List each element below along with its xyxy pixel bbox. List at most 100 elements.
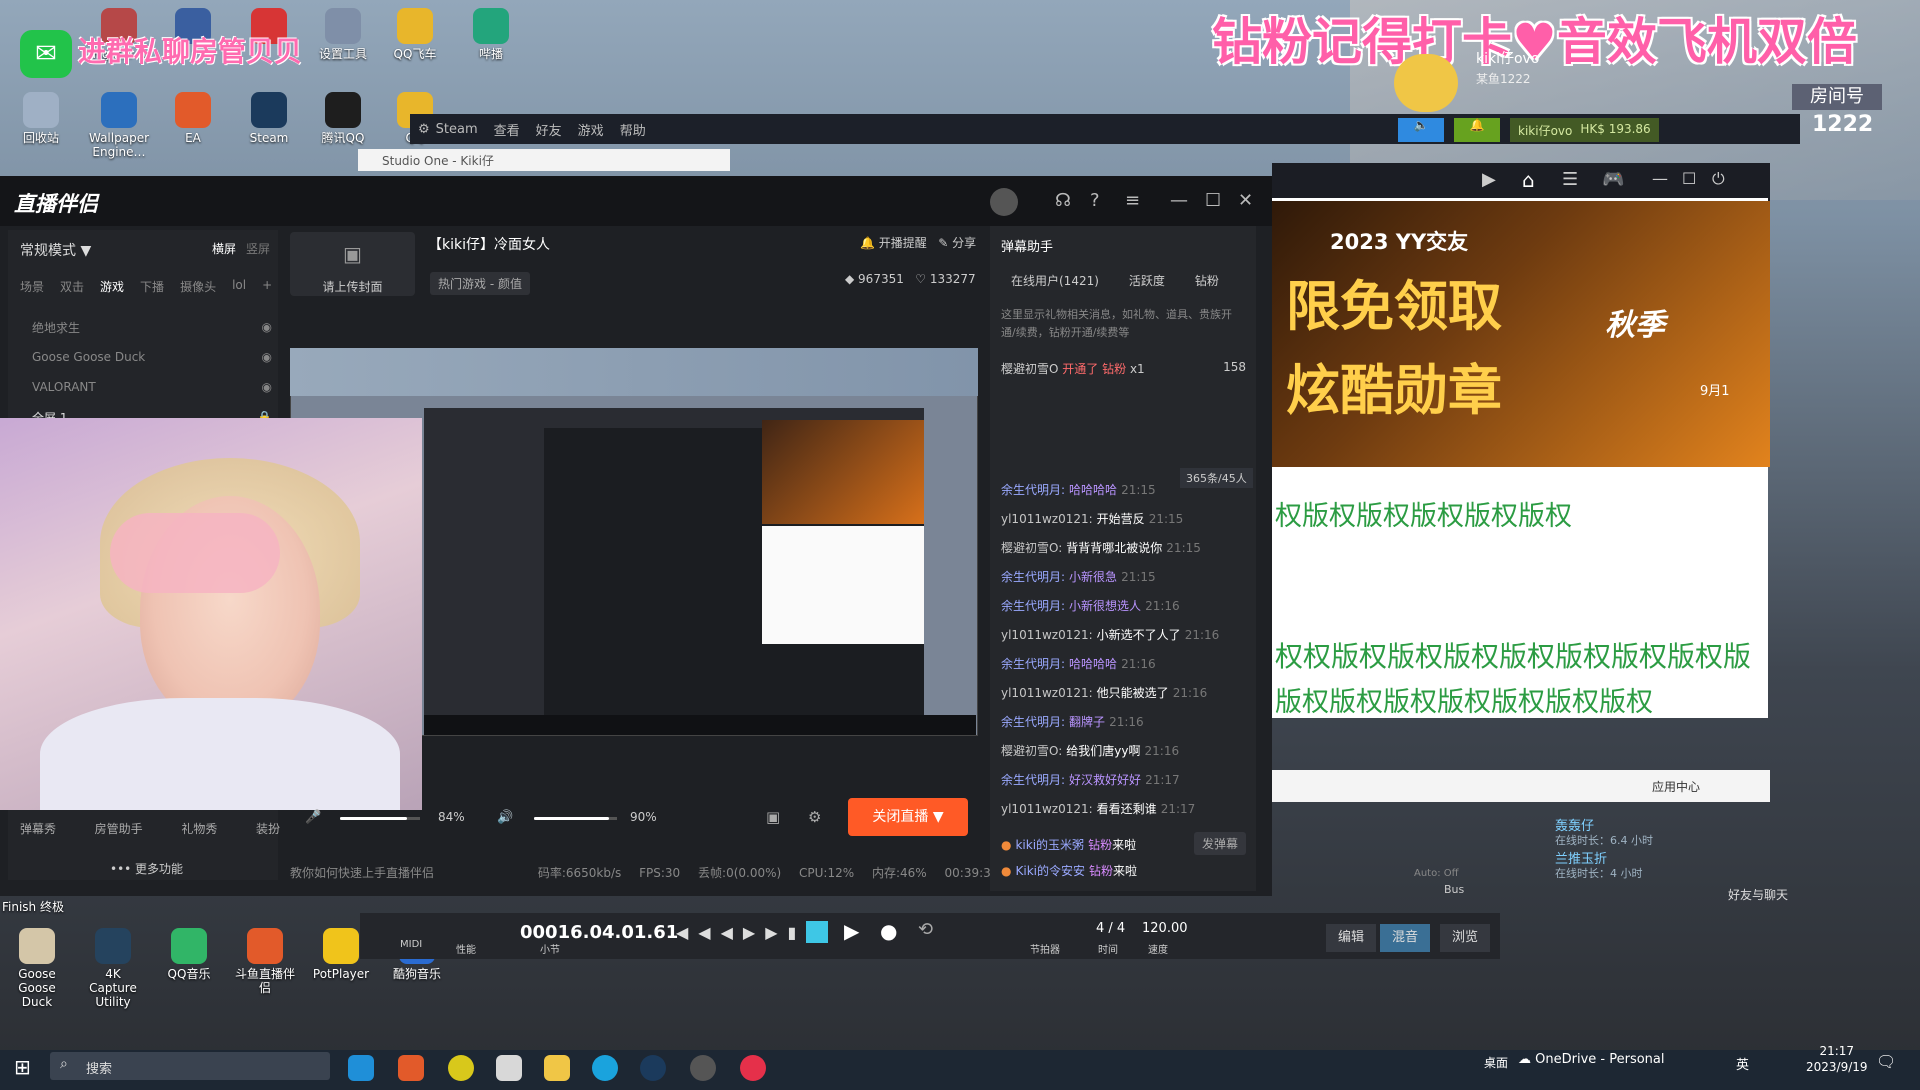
list-item[interactable]: yl1011wz0121: 小新选不了人了 21:16 <box>1001 621 1246 650</box>
onedrive-label[interactable]: ☁ OneDrive - Personal <box>1518 1052 1665 1067</box>
list-item[interactable]: 余生代明月: 翻牌子 21:16 <box>1001 708 1246 737</box>
chat-user[interactable]: 余生代明月: <box>1001 773 1065 787</box>
chat-user[interactable]: 余生代明月: <box>1001 570 1065 584</box>
taskbar-search[interactable]: 搜索 <box>50 1052 330 1080</box>
desktop-icon[interactable]: 设置工具 <box>310 8 376 61</box>
chat-user[interactable]: 余生代明月: <box>1001 483 1065 497</box>
steam-menu-games[interactable]: 游戏 <box>578 120 604 139</box>
mic-slider-track[interactable] <box>340 817 420 820</box>
minimize-icon[interactable]: — <box>1652 169 1668 188</box>
chat-user[interactable]: 余生代明月: <box>1001 657 1065 671</box>
tab-decor[interactable]: 装扮 <box>256 820 280 837</box>
portrait-toggle[interactable]: 竖屏 <box>246 240 270 257</box>
join-user[interactable]: Kiki的令安安 <box>1015 864 1085 878</box>
speaker-icon[interactable]: 🔊 <box>497 810 513 825</box>
desktop-icon[interactable]: EA <box>160 92 226 145</box>
power-icon[interactable]: ⏻ <box>1712 169 1725 189</box>
steam-taskbar-icon[interactable] <box>640 1055 666 1081</box>
announce-icon[interactable]: 🔈 <box>1398 118 1444 142</box>
tab-diamond-fans[interactable]: 钻粉 <box>1195 272 1219 289</box>
remind-button[interactable]: 🔔 开播提醒 ✎ 分享 <box>860 234 976 251</box>
tab-room-admin[interactable]: 房管助手 <box>95 820 143 837</box>
avatar[interactable] <box>1394 54 1458 112</box>
list-item[interactable]: yl1011wz0121: 看看还剩谁 21:17 <box>1001 795 1246 824</box>
chat-user[interactable]: 余生代明月: <box>1001 599 1065 613</box>
taskbar-clock[interactable]: 21:17 2023/9/19 <box>1806 1043 1868 1075</box>
ime-indicator[interactable]: 英 <box>1736 1054 1749 1073</box>
studio-one-title[interactable]: Studio One - Kiki仔 <box>358 149 730 171</box>
eye-icon[interactable]: ◉ <box>262 320 272 334</box>
category-tag[interactable]: 热门游戏 - 颜值 <box>430 272 530 295</box>
headset-icon[interactable]: ☊ <box>1055 190 1071 211</box>
home-icon[interactable]: ⌂ <box>1522 168 1535 192</box>
record-button[interactable]: ● <box>880 919 897 943</box>
help-icon[interactable]: ? <box>1090 190 1100 211</box>
maximize-icon[interactable]: ☐ <box>1682 169 1696 188</box>
play-button[interactable]: ▶ <box>844 919 859 943</box>
minimize-icon[interactable]: — <box>1170 190 1188 211</box>
desktop-label[interactable]: 桌面 <box>1484 1054 1508 1071</box>
desktop-icon[interactable]: QQ飞车 <box>382 8 448 61</box>
list-item[interactable]: 余生代明月: 小新很想选人 21:16 <box>1001 592 1246 621</box>
desktop-icon[interactable]: 4K Capture Utility <box>80 928 146 1009</box>
edge-icon[interactable] <box>348 1055 374 1081</box>
desktop-icon[interactable]: Wallpaper Engine… <box>86 92 152 159</box>
settings-icon[interactable]: ⚙ <box>808 808 821 826</box>
list-item[interactable]: 余生代明月: 好汉救好好好 21:17 <box>1001 766 1246 795</box>
douyu-icon[interactable] <box>398 1055 424 1081</box>
netease-music-icon[interactable] <box>740 1055 766 1081</box>
steam-menu-view[interactable]: 查看 <box>494 120 520 139</box>
list-item[interactable]: VALORANT ◉ <box>32 372 272 402</box>
steam-menu-help[interactable]: 帮助 <box>620 120 646 139</box>
friends-chat-label[interactable]: 好友与聊天 <box>1728 886 1788 903</box>
qq-browser-icon[interactable] <box>448 1055 474 1081</box>
mode-selector[interactable]: 常规模式 ▼ <box>20 240 91 260</box>
desktop-icon[interactable]: 回收站 <box>8 92 74 145</box>
list-item[interactable]: 绝地求生 ◉ <box>32 312 272 342</box>
steam-menu-steam[interactable]: Steam <box>436 122 478 137</box>
desktop-icon[interactable]: 腾讯QQ <box>310 92 376 145</box>
game-icon[interactable]: 🎮 <box>1602 169 1624 190</box>
add-scene-icon[interactable]: + <box>262 278 272 295</box>
list-item[interactable]: 余生代明月: 哈哈哈哈 21:16 <box>1001 650 1246 679</box>
record-icon[interactable]: ▣ <box>766 808 780 826</box>
notification-icon[interactable]: 🗨 <box>1876 1052 1896 1071</box>
tab-camera[interactable]: 摄像头 <box>180 278 216 295</box>
list-item[interactable]: 樱避初雪O: 给我们唐yy啊 21:16 <box>1001 737 1246 766</box>
chat-user[interactable]: yl1011wz0121: <box>1001 802 1093 816</box>
tab-scene[interactable]: 场景 <box>20 278 44 295</box>
tab-game[interactable]: 游戏 <box>100 278 124 295</box>
chat-user[interactable]: 余生代明月: <box>1001 715 1065 729</box>
mix-button[interactable]: 混音 <box>1380 924 1430 952</box>
tab-gift-show[interactable]: 礼物秀 <box>181 820 217 837</box>
stop-button[interactable] <box>806 921 828 943</box>
loop-icon[interactable]: ⟲ <box>918 919 933 940</box>
chat-user[interactable]: 樱避初雪O: <box>1001 744 1062 758</box>
chat-user[interactable]: yl1011wz0121: <box>1001 512 1093 526</box>
tab-activity[interactable]: 活跃度 <box>1129 272 1165 289</box>
join-user[interactable]: kiki的玉米粥 <box>1015 838 1084 852</box>
speaker-slider-track[interactable] <box>534 817 617 820</box>
yy-icon[interactable] <box>544 1055 570 1081</box>
close-live-button[interactable]: 关闭直播 ▼ <box>848 798 968 836</box>
tab-online-users[interactable]: 在线用户(1421) <box>1011 272 1099 289</box>
notify-bell-icon[interactable]: 🔔 <box>1454 118 1500 142</box>
eye-icon[interactable]: ◉ <box>262 380 272 394</box>
app-center-label[interactable]: 应用中心 <box>1652 778 1700 795</box>
desktop-icon[interactable]: 斗鱼直播伴侣 <box>232 928 298 995</box>
avatar[interactable] <box>990 188 1018 216</box>
tab-offline[interactable]: 下播 <box>140 278 164 295</box>
qq-taskbar-icon[interactable] <box>690 1055 716 1081</box>
chat-user[interactable]: yl1011wz0121: <box>1001 628 1093 642</box>
studio-one-icon[interactable] <box>496 1055 522 1081</box>
edit-button[interactable]: 编辑 <box>1326 924 1376 952</box>
live-title[interactable]: 【kiki仔】冷面女人 <box>428 234 550 254</box>
eye-icon[interactable]: ◉ <box>262 350 272 364</box>
list-item[interactable]: 余生代明月: 小新很急 21:15 <box>1001 563 1246 592</box>
steam-account[interactable]: kiki仔ovo HK$ 193.86 <box>1510 118 1659 142</box>
chat-user[interactable]: yl1011wz0121: <box>1001 686 1093 700</box>
tab-danmu-show[interactable]: 弹幕秀 <box>20 820 56 837</box>
list-item[interactable]: yl1011wz0121: 开始营反 21:15 <box>1001 505 1246 534</box>
4k-icon[interactable] <box>592 1055 618 1081</box>
list-item[interactable]: 余生代明月: 哈哈哈哈 21:15 <box>1001 476 1246 505</box>
